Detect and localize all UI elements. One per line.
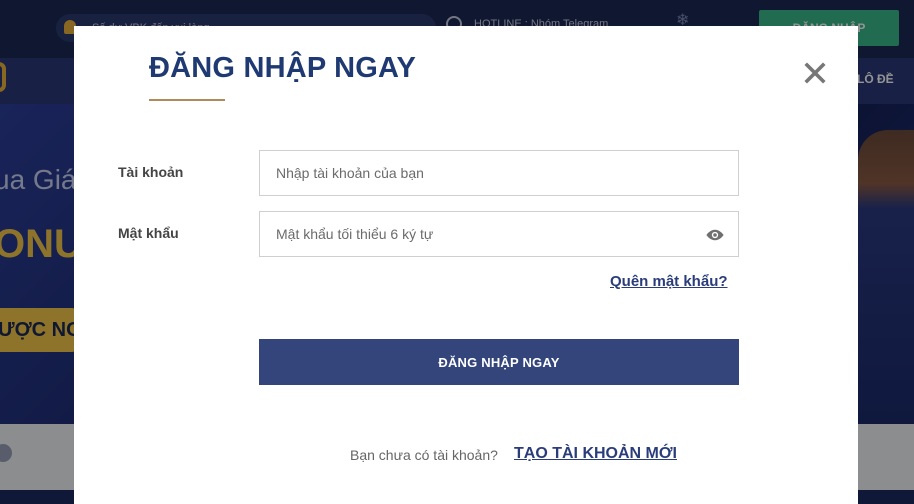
login-modal: ĐĂNG NHẬP NGAY Tài khoản Mật khẩu Quên m… [74, 26, 858, 504]
username-field-wrapper [259, 150, 739, 196]
create-account-link[interactable]: TẠO TÀI KHOẢN MỚI [514, 445, 677, 463]
login-submit-button[interactable]: ĐĂNG NHẬP NGAY [259, 339, 739, 385]
close-button[interactable] [802, 60, 828, 86]
forgot-password-link[interactable]: Quên mật khẩu? [610, 273, 728, 290]
password-field-wrapper [259, 211, 739, 257]
password-input[interactable] [260, 212, 738, 256]
username-input[interactable] [260, 151, 738, 195]
eye-icon[interactable] [706, 227, 724, 243]
password-label: Mật khẩu [118, 225, 179, 241]
title-underline [149, 99, 225, 101]
signup-prompt: Bạn chưa có tài khoản? [350, 447, 498, 463]
username-label: Tài khoản [118, 164, 184, 180]
modal-title: ĐĂNG NHẬP NGAY [149, 52, 417, 84]
close-icon [804, 62, 826, 84]
